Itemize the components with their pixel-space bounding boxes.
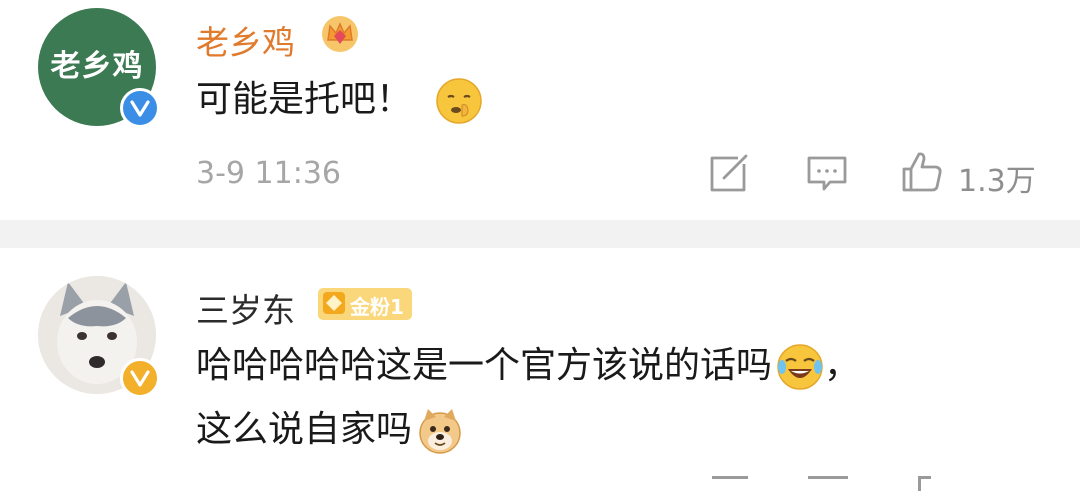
section-divider xyxy=(0,220,1080,248)
fan-badge[interactable]: 金粉1 xyxy=(318,288,412,320)
comment-text-punct: ， xyxy=(824,345,861,386)
share-icon[interactable] xyxy=(712,476,748,491)
like-count: 1.3万 xyxy=(958,164,1036,199)
shush-face-icon xyxy=(436,78,483,124)
verified-badge-icon xyxy=(120,88,160,128)
comment-text-content: 可能是托吧！ xyxy=(196,79,413,120)
laughing-crying-face-icon xyxy=(777,344,823,390)
verified-badge-icon xyxy=(120,358,160,398)
comment-text: 哈哈哈哈哈这是一个官方该说的话吗 ， 这么说自家吗 xyxy=(196,334,1056,462)
doge-face-icon xyxy=(419,409,461,454)
comment-icon[interactable] xyxy=(808,476,848,491)
comment-item: 老乡鸡 老乡鸡 可能是托吧！ 3-9 11:36 1.3万 xyxy=(0,0,1080,220)
share-icon[interactable] xyxy=(708,154,750,194)
username[interactable]: 老乡鸡 xyxy=(196,16,295,64)
diamond-icon xyxy=(323,292,345,314)
like-thumb-icon[interactable] xyxy=(918,476,931,491)
comment-icon[interactable] xyxy=(806,154,848,194)
crown-icon xyxy=(322,16,358,52)
comment-time: 3-9 11:36 xyxy=(196,156,341,191)
like-thumb-icon[interactable] xyxy=(900,150,944,194)
comment-text-line2: 这么说自家吗 xyxy=(196,409,413,450)
comment-text-line1: 哈哈哈哈哈这是一个官方该说的话吗 xyxy=(196,345,773,386)
username[interactable]: 三岁东 xyxy=(196,284,295,332)
fan-badge-label: 金粉1 xyxy=(350,295,404,319)
comment-text: 可能是托吧！ xyxy=(196,68,483,132)
